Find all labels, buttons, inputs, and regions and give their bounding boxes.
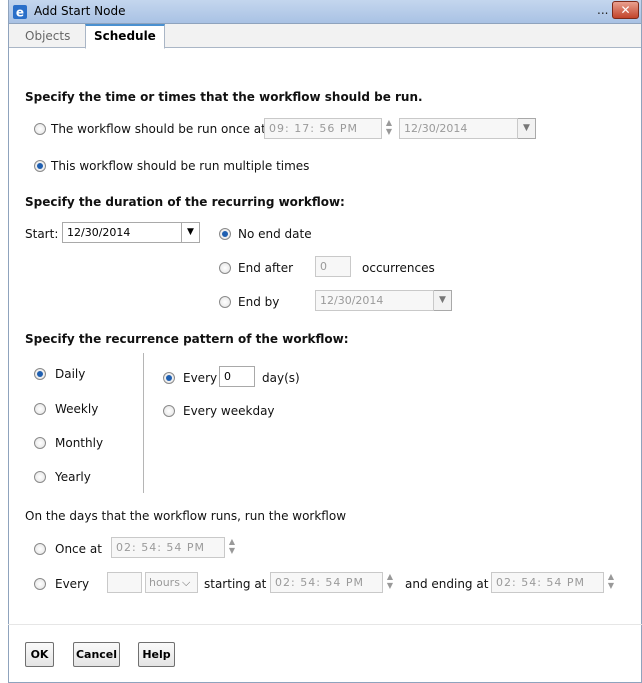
days-unit-label: day(s)	[262, 371, 300, 385]
starting-at-label: starting at	[204, 577, 267, 591]
ending-time-spinner[interactable]: ▲ ▼	[606, 572, 616, 593]
ending-at-label: and ending at	[405, 577, 489, 591]
end-by-date-field[interactable]: 12/30/2014	[315, 290, 434, 311]
daily-radio[interactable]	[34, 368, 46, 380]
run-multiple-label: This workflow should be run multiple tim…	[51, 159, 310, 173]
once-at-time-field[interactable]: 02: 54: 54 PM	[111, 537, 225, 558]
window-title: Add Start Node	[34, 4, 126, 18]
every-weekday-radio[interactable]	[163, 405, 175, 417]
start-date-field[interactable]: 12/30/2014	[62, 222, 182, 243]
every-interval-label: Every	[55, 577, 90, 591]
daily-label: Daily	[55, 367, 86, 381]
every-n-days-label: Every	[183, 371, 218, 385]
every-weekday-label: Every weekday	[183, 404, 275, 418]
every-n-days-field[interactable]: 0	[219, 366, 255, 387]
run-once-date-field[interactable]: 12/30/2014	[399, 118, 518, 139]
title-bar[interactable]: e Add Start Node ... ✕	[9, 0, 641, 24]
run-once-date-dropdown-icon[interactable]: ▼	[518, 118, 536, 139]
start-label: Start:	[25, 227, 59, 241]
interval-unit-select[interactable]: hours ⌵	[145, 572, 198, 593]
tab-bar: Objects Schedule	[9, 24, 641, 49]
start-date-dropdown-icon[interactable]: ▼	[182, 222, 200, 243]
interval-unit-value: hours	[149, 576, 180, 589]
weekly-label: Weekly	[55, 402, 99, 416]
starting-time-field[interactable]: 02: 54: 54 PM	[270, 572, 383, 593]
once-at-label: Once at	[55, 542, 102, 556]
weekly-radio[interactable]	[34, 403, 46, 415]
end-after-radio[interactable]	[219, 262, 231, 274]
monthly-radio[interactable]	[34, 437, 46, 449]
every-interval-field[interactable]	[107, 572, 142, 593]
help-button[interactable]: Help	[138, 642, 175, 667]
duration-section-heading: Specify the duration of the recurring wo…	[25, 195, 345, 209]
end-after-label: End after	[238, 261, 294, 275]
once-at-radio[interactable]	[34, 543, 46, 555]
once-at-time-spinner[interactable]: ▲ ▼	[227, 537, 237, 558]
no-end-date-label: No end date	[238, 227, 312, 241]
end-after-occurrences-field[interactable]: 0	[315, 256, 351, 277]
run-once-time-spinner[interactable]: ▲ ▼	[384, 118, 394, 139]
button-bar-divider	[8, 624, 642, 625]
monthly-label: Monthly	[55, 436, 104, 450]
end-by-date-dropdown-icon[interactable]: ▼	[434, 290, 452, 311]
ie-app-icon: e	[13, 5, 27, 20]
yearly-label: Yearly	[55, 470, 91, 484]
occurrences-label: occurrences	[362, 261, 435, 275]
starting-time-spinner[interactable]: ▲ ▼	[385, 572, 395, 593]
yearly-radio[interactable]	[34, 471, 46, 483]
pattern-divider	[143, 353, 144, 493]
ok-button[interactable]: OK	[25, 642, 54, 667]
chevron-down-icon: ⌵	[182, 576, 191, 589]
pattern-section-heading: Specify the recurrence pattern of the wo…	[25, 332, 349, 346]
svg-text:e: e	[16, 6, 24, 20]
every-n-days-radio[interactable]	[163, 372, 175, 384]
cancel-button[interactable]: Cancel	[73, 642, 120, 667]
run-once-label: The workflow should be run once at	[51, 122, 266, 136]
title-ellipsis: ...	[597, 3, 609, 17]
tab-objects[interactable]: Objects	[17, 26, 78, 48]
run-multiple-radio[interactable]	[34, 160, 46, 172]
run-once-radio[interactable]	[34, 123, 46, 135]
close-icon[interactable]: ✕	[612, 1, 639, 19]
time-section-heading: Specify the time or times that the workf…	[25, 90, 423, 104]
run-once-time-field[interactable]: 09: 17: 56 PM	[264, 118, 382, 139]
tab-schedule[interactable]: Schedule	[85, 24, 165, 49]
runs-section-heading: On the days that the workflow runs, run …	[25, 509, 347, 523]
end-by-radio[interactable]	[219, 296, 231, 308]
every-interval-radio[interactable]	[34, 578, 46, 590]
ending-time-field[interactable]: 02: 54: 54 PM	[491, 572, 604, 593]
end-by-label: End by	[238, 295, 280, 309]
no-end-date-radio[interactable]	[219, 228, 231, 240]
